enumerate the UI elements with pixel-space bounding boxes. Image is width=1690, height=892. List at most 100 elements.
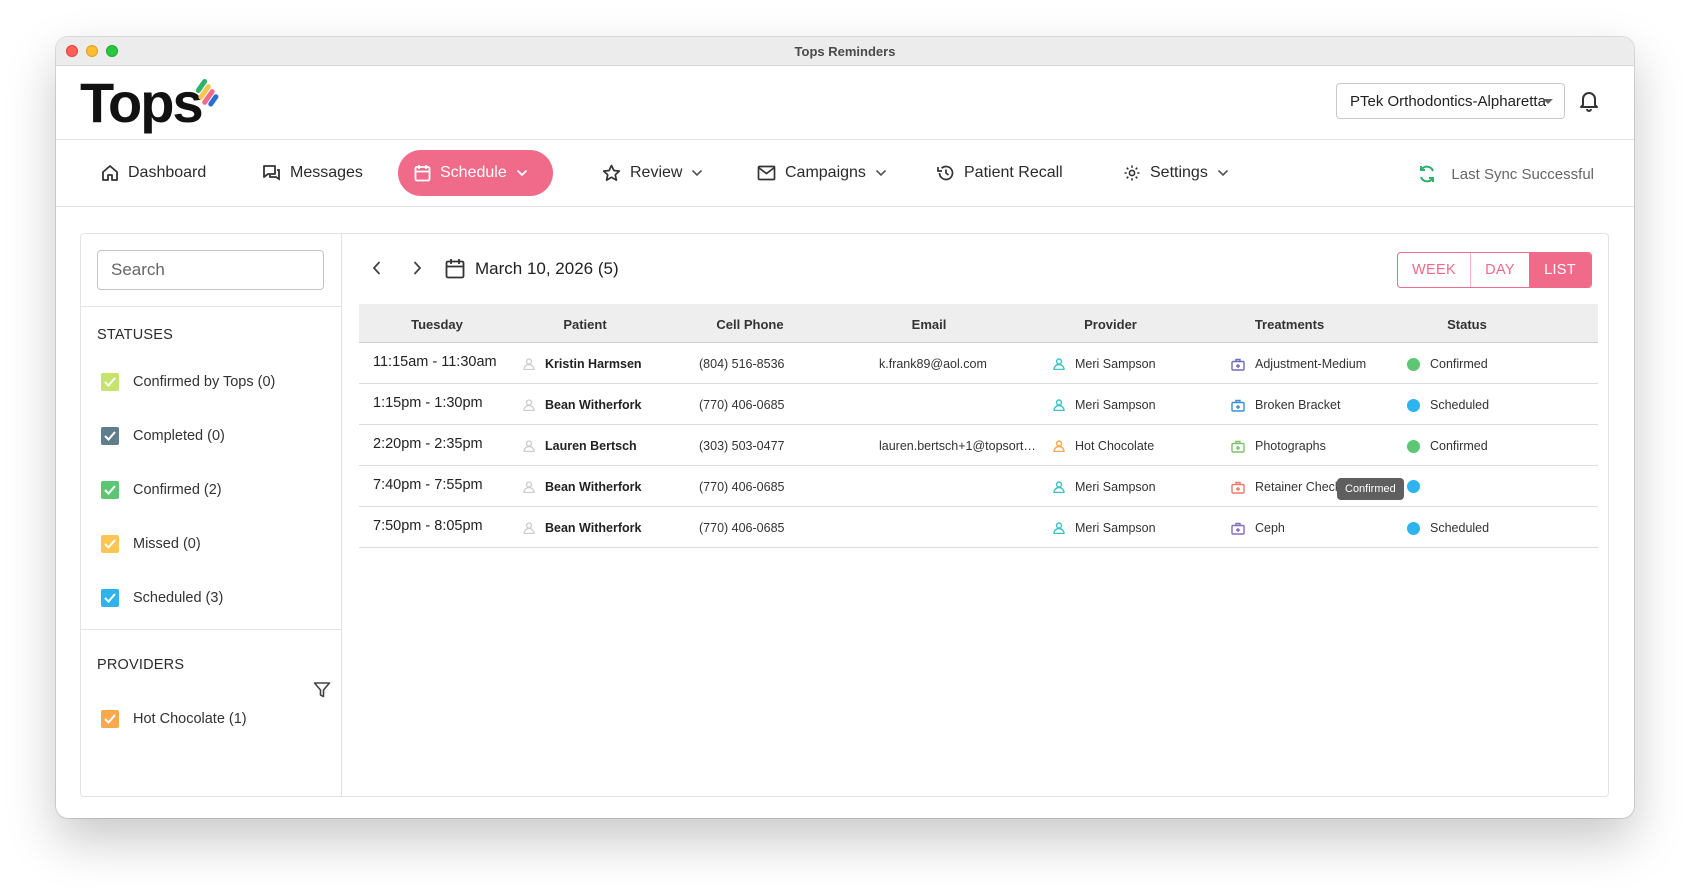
treatment-cell: Photographs	[1231, 439, 1326, 453]
patient-cell[interactable]: Bean Witherfork	[523, 398, 641, 412]
table-row[interactable]: 1:15pm - 1:30pm Bean Witherfork (770) 40…	[359, 384, 1598, 425]
chevron-left-icon	[372, 261, 381, 275]
medical-kit-icon	[1231, 440, 1245, 453]
status-dot-icon[interactable]	[1407, 480, 1420, 493]
table-row[interactable]: 2:20pm - 2:35pm Lauren Bertsch (303) 503…	[359, 425, 1598, 466]
person-icon	[523, 358, 535, 370]
nav-settings[interactable]: Settings	[1107, 150, 1245, 196]
checkbox-checked-icon[interactable]	[101, 710, 119, 728]
provider-name: Hot Chocolate	[1075, 439, 1155, 453]
table-row[interactable]: 11:15am - 11:30am Kristin Harmsen (804) …	[359, 343, 1598, 384]
status-filter-scheduled[interactable]: Scheduled (3)	[101, 589, 223, 607]
phone-number: (303) 503-0477	[699, 439, 785, 453]
email-address: lauren.bertsch+1@topsorthodontics.com	[879, 439, 1039, 453]
week-view-button[interactable]: WEEK	[1398, 253, 1471, 287]
search-input[interactable]	[97, 250, 324, 290]
column-header-phone[interactable]: Cell Phone	[675, 317, 825, 332]
app-window: Tops Reminders Tops PTek Orthodontics-Al…	[56, 37, 1634, 818]
app-header: Tops PTek Orthodontics-Alpharetta	[56, 66, 1634, 140]
schedule-list-area: March 10, 2026 (5) WEEK DAY LIST Tuesday…	[343, 234, 1608, 796]
provider-name: Meri Sampson	[1075, 521, 1156, 535]
status-filter-confirmed-by-tops[interactable]: Confirmed by Tops (0)	[101, 373, 275, 391]
sync-status[interactable]: Last Sync Successful	[1417, 164, 1594, 184]
status-label: Confirmed	[1430, 357, 1488, 371]
date-picker[interactable]: March 10, 2026 (5)	[445, 258, 619, 279]
next-day-button[interactable]	[411, 260, 423, 281]
patient-name: Lauren Bertsch	[545, 439, 637, 453]
nav-messages[interactable]: Messages	[246, 150, 379, 196]
phone-number: (770) 406-0685	[699, 480, 785, 494]
status-label: Scheduled	[1430, 521, 1490, 535]
tops-logo[interactable]: Tops	[80, 70, 230, 139]
title-bar: Tops Reminders	[56, 37, 1634, 66]
provider-cell: Meri Sampson	[1053, 398, 1156, 412]
column-header-email[interactable]: Email	[849, 317, 1009, 332]
previous-day-button[interactable]	[371, 260, 383, 281]
window-title: Tops Reminders	[794, 44, 896, 59]
status-filter-confirmed[interactable]: Confirmed (2)	[101, 481, 222, 499]
treatment-cell: Broken Bracket	[1231, 398, 1340, 412]
patient-cell[interactable]: Bean Witherfork	[523, 521, 641, 535]
checkbox-checked-icon[interactable]	[101, 373, 119, 391]
divider	[81, 629, 341, 630]
provider-name: Meri Sampson	[1075, 357, 1156, 371]
status-dot-icon	[1407, 398, 1420, 412]
status-dot-icon	[1407, 521, 1420, 535]
nav-label: Settings	[1150, 164, 1208, 181]
person-icon	[1053, 522, 1065, 534]
status-filter-missed[interactable]: Missed (0)	[101, 535, 201, 553]
patient-cell[interactable]: Bean Witherfork	[523, 480, 641, 494]
checkbox-checked-icon[interactable]	[101, 589, 119, 607]
column-header-provider[interactable]: Provider	[1023, 317, 1198, 332]
person-icon	[523, 399, 535, 411]
practice-select[interactable]: PTek Orthodontics-Alpharetta	[1336, 83, 1565, 119]
patient-cell[interactable]: Kristin Harmsen	[523, 357, 642, 371]
medical-kit-icon	[1231, 358, 1245, 371]
column-header-patient[interactable]: Patient	[515, 317, 655, 332]
nav-patient-recall[interactable]: Patient Recall	[920, 150, 1079, 196]
status-dot-icon	[1407, 439, 1420, 453]
appointment-time: 2:20pm - 2:35pm	[373, 436, 483, 452]
checkbox-checked-icon[interactable]	[101, 535, 119, 553]
star-icon	[602, 164, 621, 181]
home-icon	[102, 165, 118, 181]
person-icon	[1053, 481, 1065, 493]
chevron-down-icon	[875, 169, 887, 177]
chevron-down-icon	[1217, 169, 1228, 177]
provider-name: Meri Sampson	[1075, 398, 1156, 412]
nav-campaigns[interactable]: Campaigns	[741, 150, 903, 196]
status-filter-label: Confirmed (2)	[133, 482, 222, 498]
calendar-icon	[445, 259, 465, 279]
table-row[interactable]: 7:50pm - 8:05pm Bean Witherfork (770) 40…	[359, 507, 1598, 548]
day-view-button[interactable]: DAY	[1471, 253, 1529, 287]
logo-wordmark: Tops	[80, 71, 202, 134]
status-cell[interactable]	[1407, 480, 1430, 493]
patient-cell[interactable]: Lauren Bertsch	[523, 439, 637, 453]
status-tooltip: Confirmed	[1337, 478, 1404, 500]
patient-name: Bean Witherfork	[545, 521, 642, 535]
treatment-name: Photographs	[1255, 439, 1326, 453]
column-header-status[interactable]: Status	[1382, 317, 1552, 332]
bell-icon[interactable]	[1579, 90, 1599, 117]
filter-icon[interactable]	[313, 681, 331, 704]
chevron-down-icon	[516, 169, 527, 177]
column-header-treatments[interactable]: Treatments	[1202, 317, 1377, 332]
nav-review[interactable]: Review	[586, 150, 719, 196]
status-label: Scheduled	[1430, 398, 1490, 412]
provider-filter-hot-chocolate[interactable]: Hot Chocolate (1)	[101, 710, 247, 728]
provider-cell: Meri Sampson	[1053, 521, 1156, 535]
table-header: Tuesday Patient Cell Phone Email Provide…	[359, 304, 1598, 343]
nav-dashboard[interactable]: Dashboard	[85, 150, 222, 196]
column-header-day[interactable]: Tuesday	[359, 317, 515, 332]
nav-schedule[interactable]: Schedule	[398, 150, 553, 196]
appointment-time: 11:15am - 11:30am	[373, 354, 497, 370]
checkbox-checked-icon[interactable]	[101, 427, 119, 445]
table-row[interactable]: 7:40pm - 7:55pm Bean Witherfork (770) 40…	[359, 466, 1598, 507]
appointment-time: 7:50pm - 8:05pm	[373, 518, 483, 534]
provider-cell: Hot Chocolate	[1053, 439, 1154, 453]
view-toggle: WEEK DAY LIST	[1397, 252, 1592, 288]
checkbox-checked-icon[interactable]	[101, 481, 119, 499]
list-view-button[interactable]: LIST	[1529, 253, 1591, 287]
nav-label: Patient Recall	[964, 164, 1063, 181]
status-filter-completed[interactable]: Completed (0)	[101, 427, 225, 445]
